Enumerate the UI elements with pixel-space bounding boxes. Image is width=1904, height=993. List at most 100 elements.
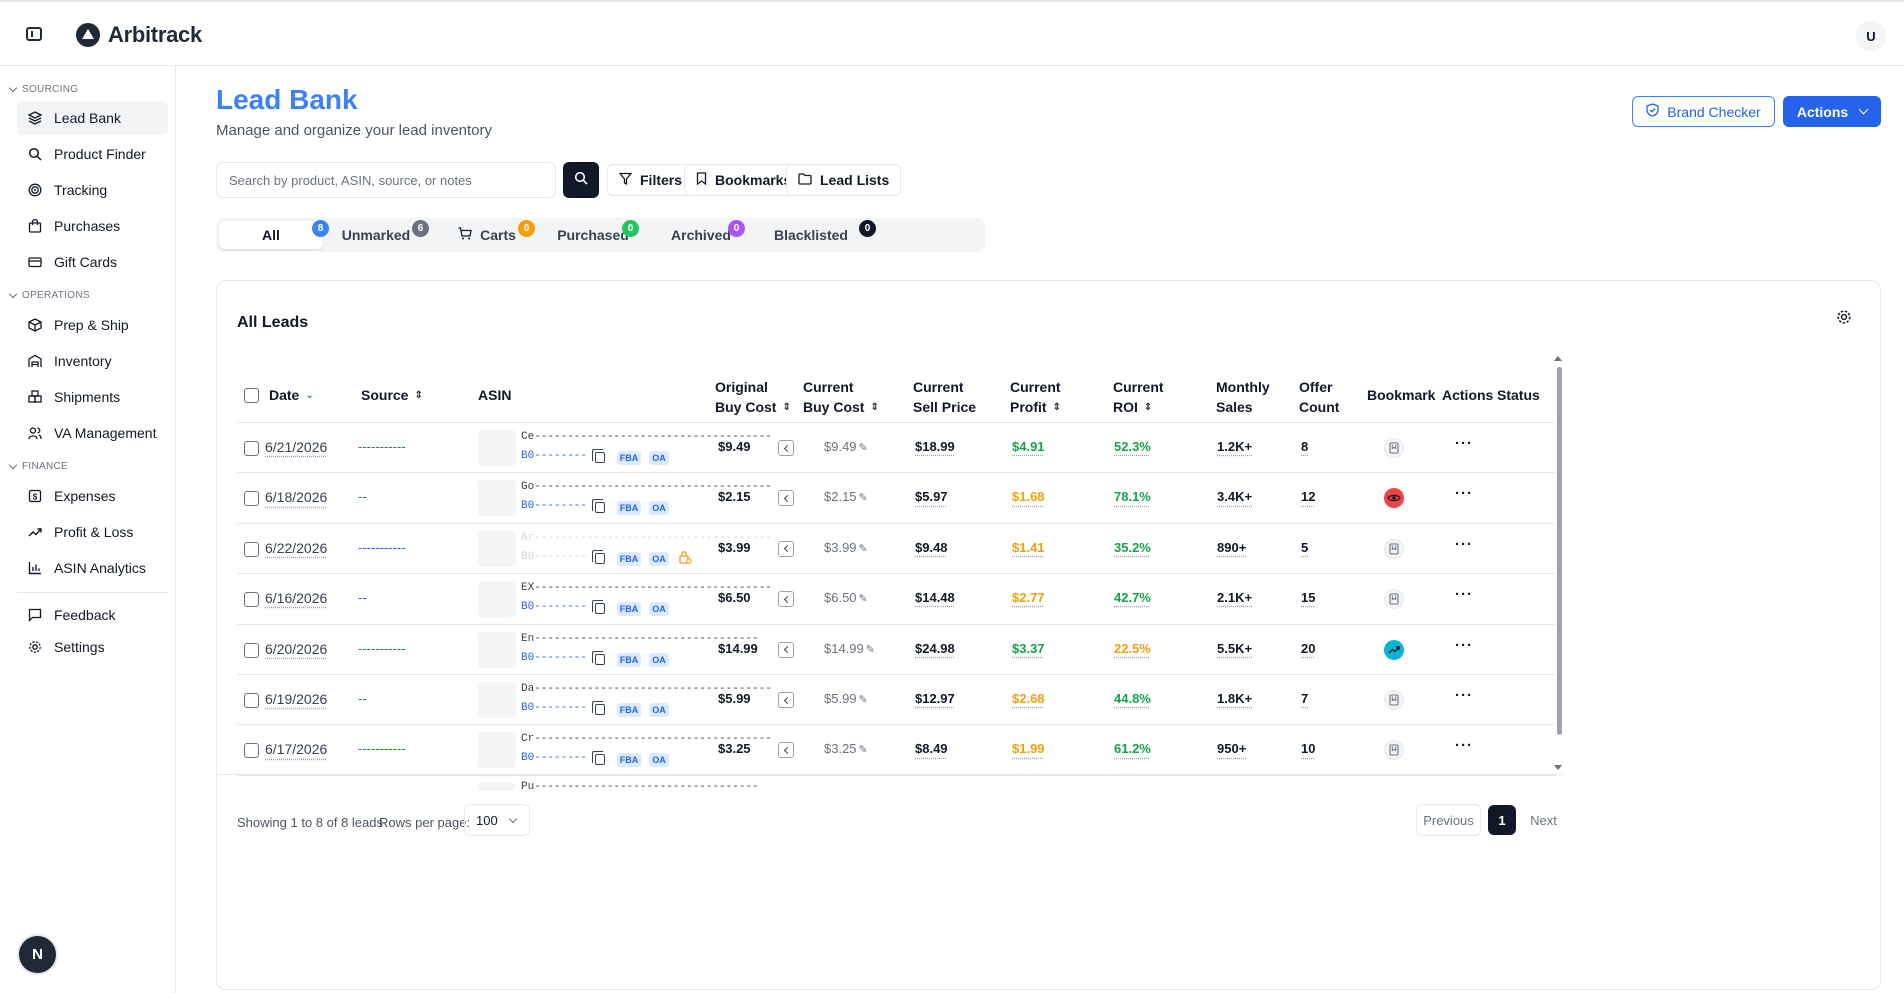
row-actions-menu-icon[interactable]: ··· xyxy=(1455,737,1473,754)
user-avatar[interactable]: U xyxy=(1856,21,1886,51)
copy-icon[interactable] xyxy=(592,701,605,715)
current-buy-cost[interactable]: $3.25 ✎ xyxy=(824,741,868,756)
scroll-down-arrow[interactable] xyxy=(1554,765,1562,770)
bookmark-icon[interactable] xyxy=(1384,589,1404,610)
product-thumbnail[interactable] xyxy=(478,732,516,769)
monthly-sales[interactable]: 5.5K+ xyxy=(1217,641,1252,656)
previous-page-button[interactable]: Previous xyxy=(1416,804,1481,836)
search-button[interactable] xyxy=(563,162,599,198)
revert-price-button[interactable] xyxy=(778,641,794,658)
row-actions-menu-icon[interactable]: ··· xyxy=(1455,485,1473,502)
revert-price-button[interactable] xyxy=(778,692,794,708)
restricted-lock-icon[interactable] xyxy=(678,550,692,570)
current-profit[interactable]: $1.99 xyxy=(1012,741,1045,756)
row-source[interactable]: ----------- xyxy=(358,439,406,454)
row-checkbox[interactable] xyxy=(244,441,259,456)
sidebar-item-asin-analytics[interactable]: ASIN Analytics xyxy=(17,551,168,585)
search-input[interactable] xyxy=(216,162,556,198)
current-profit[interactable]: $2.77 xyxy=(1012,590,1045,605)
sidebar-item-inventory[interactable]: Inventory xyxy=(17,344,168,378)
edit-icon[interactable]: ✎ xyxy=(859,694,868,706)
dev-tools-badge[interactable]: N xyxy=(19,936,56,973)
brand[interactable]: Arbitrack xyxy=(76,22,202,48)
current-profit[interactable]: $1.41 xyxy=(1012,540,1045,555)
product-thumbnail[interactable] xyxy=(478,581,516,618)
current-roi[interactable]: 42.7% xyxy=(1114,590,1151,605)
bookmark-icon[interactable] xyxy=(1384,438,1404,458)
asin-link[interactable]: B0-------- xyxy=(521,702,587,714)
row-date[interactable]: 6/22/2026 xyxy=(265,540,327,556)
sidebar-item-tracking[interactable]: Tracking xyxy=(17,173,168,207)
row-date[interactable]: 6/19/2026 xyxy=(265,691,327,707)
current-roi[interactable]: 78.1% xyxy=(1114,489,1151,504)
revert-price-button[interactable] xyxy=(778,490,794,507)
eye-icon[interactable] xyxy=(1384,488,1404,509)
current-buy-cost[interactable]: $3.99 ✎ xyxy=(824,540,868,555)
sidebar-item-prep-ship[interactable]: Prep & Ship xyxy=(17,308,168,342)
sidebar-item-purchases[interactable]: Purchases xyxy=(17,209,168,243)
asin-link[interactable]: B0-------- xyxy=(521,500,587,512)
bookmark-icon[interactable] xyxy=(1384,538,1404,559)
offer-count[interactable]: 15 xyxy=(1301,590,1315,605)
product-thumbnail[interactable] xyxy=(478,480,516,517)
tab-unmarked[interactable]: Unmarked 6 xyxy=(328,220,429,249)
asin-link[interactable]: B0-------- xyxy=(521,450,587,462)
edit-icon[interactable]: ✎ xyxy=(866,644,875,656)
sidebar-item-product-finder[interactable]: Product Finder xyxy=(17,137,168,171)
filters-button[interactable]: Filters xyxy=(607,164,695,196)
trending-up-icon[interactable] xyxy=(1384,639,1404,660)
revert-price-button[interactable] xyxy=(778,591,794,608)
offer-count[interactable]: 7 xyxy=(1301,691,1308,706)
row-date[interactable]: 6/21/2026 xyxy=(265,439,327,455)
row-checkbox[interactable] xyxy=(244,491,259,507)
sidebar-item-expenses[interactable]: $ Expenses xyxy=(17,479,168,513)
asin-link[interactable]: B0-------- xyxy=(521,551,587,563)
monthly-sales[interactable]: 890+ xyxy=(1217,540,1246,555)
current-buy-cost[interactable]: $14.99 ✎ xyxy=(824,641,875,656)
row-checkbox[interactable] xyxy=(244,642,259,658)
scrollbar[interactable] xyxy=(1557,367,1562,735)
edit-icon[interactable]: ✎ xyxy=(859,744,868,756)
current-sell-price[interactable]: $24.98 xyxy=(915,641,955,656)
sidebar-item-settings[interactable]: Settings xyxy=(17,630,168,664)
bookmark-icon[interactable] xyxy=(1384,740,1404,761)
tab-all[interactable]: All 8 xyxy=(219,220,329,249)
offer-count[interactable]: 20 xyxy=(1301,641,1315,656)
monthly-sales[interactable]: 1.2K+ xyxy=(1217,439,1252,454)
product-thumbnail[interactable] xyxy=(478,430,516,466)
monthly-sales[interactable]: 950+ xyxy=(1217,741,1246,756)
tab-archived[interactable]: Archived 0 xyxy=(658,220,745,249)
asin-link[interactable]: B0-------- xyxy=(521,652,587,664)
header-offer-count[interactable]: Offer Count xyxy=(1299,377,1339,417)
row-checkbox[interactable] xyxy=(244,693,259,708)
copy-icon[interactable] xyxy=(592,549,605,564)
revert-price-button[interactable] xyxy=(778,440,794,456)
current-buy-cost[interactable]: $6.50 ✎ xyxy=(824,590,868,605)
offer-count[interactable]: 8 xyxy=(1301,439,1308,454)
row-checkbox[interactable] xyxy=(244,743,259,759)
copy-icon[interactable] xyxy=(592,449,605,463)
current-sell-price[interactable]: $18.99 xyxy=(915,439,955,454)
header-monthly-sales[interactable]: Monthly Sales xyxy=(1216,377,1270,417)
lead-lists-button[interactable]: Lead Lists xyxy=(786,164,902,196)
scroll-up-arrow[interactable] xyxy=(1554,356,1562,361)
edit-icon[interactable]: ✎ xyxy=(859,543,868,555)
row-actions-menu-icon[interactable]: ··· xyxy=(1455,586,1473,603)
copy-icon[interactable] xyxy=(592,600,605,615)
page-1-button[interactable]: 1 xyxy=(1488,805,1516,835)
row-date[interactable]: 6/20/2026 xyxy=(265,641,327,657)
monthly-sales[interactable]: 2.1K+ xyxy=(1217,590,1252,605)
rows-per-page-select[interactable]: 100 xyxy=(464,804,530,836)
current-roi[interactable]: 52.3% xyxy=(1114,439,1151,454)
offer-count[interactable]: 12 xyxy=(1301,489,1315,504)
current-profit[interactable]: $1.68 xyxy=(1012,489,1045,504)
copy-icon[interactable] xyxy=(592,499,605,514)
row-source[interactable]: ----------- xyxy=(358,741,406,756)
product-thumbnail[interactable] xyxy=(478,631,516,668)
row-actions-menu-icon[interactable]: ··· xyxy=(1455,435,1473,452)
gear-icon[interactable] xyxy=(1836,309,1852,330)
sidebar-item-profit-loss[interactable]: Profit & Loss xyxy=(17,515,168,549)
sidebar-item-shipments[interactable]: Shipments xyxy=(17,380,168,414)
product-thumbnail[interactable] xyxy=(478,682,516,718)
current-profit[interactable]: $4.91 xyxy=(1012,439,1045,454)
